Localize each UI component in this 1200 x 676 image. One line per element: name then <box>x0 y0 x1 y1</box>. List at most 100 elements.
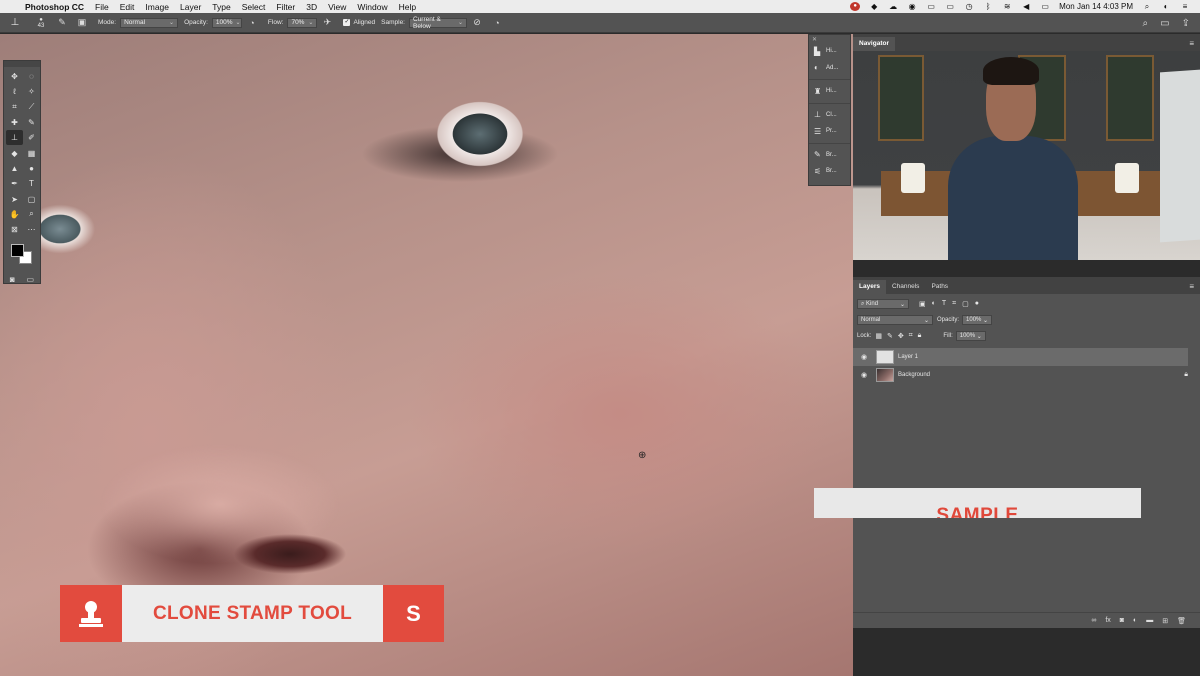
clock[interactable]: Mon Jan 14 4:03 PM <box>1059 2 1133 11</box>
dodge-tool-icon[interactable]: ● <box>23 161 40 176</box>
adjustment-filter-icon[interactable]: ◐ <box>932 300 936 308</box>
eyedropper-tool-icon[interactable]: ⟋ <box>23 100 40 115</box>
display-icon[interactable]: ▭ <box>945 2 955 11</box>
close-icon[interactable]: ✕ <box>809 35 850 43</box>
screen-mode-icon[interactable]: ▭ <box>27 275 35 284</box>
document-canvas[interactable]: ⊕ <box>0 34 853 676</box>
panel-history[interactable]: ♜ Hi... <box>809 83 850 100</box>
trash-icon[interactable]: 🗑︎ <box>1177 617 1186 625</box>
cloud-icon[interactable]: ☁ <box>888 2 898 11</box>
pressure-size-icon[interactable]: ◔ <box>490 16 504 30</box>
ignore-adjustment-layers-icon[interactable]: ⊘ <box>470 16 484 30</box>
navigator-preview[interactable] <box>853 51 1200 260</box>
volume-icon[interactable]: ◀ <box>1021 2 1031 11</box>
lock-artboard-icon[interactable]: ⌗ <box>909 332 913 340</box>
fill-field[interactable]: 100% ⌄ <box>955 331 986 341</box>
menu-help[interactable]: Help <box>399 2 416 12</box>
panel-brush-settings[interactable]: ⚟ Br... <box>809 163 850 180</box>
visibility-eye-icon[interactable]: ◉ <box>858 371 870 379</box>
brush-tool-icon[interactable]: ✎ <box>23 115 40 130</box>
type-tool-icon[interactable]: T <box>23 176 40 191</box>
navigator-view-box[interactable] <box>853 51 1200 260</box>
wifi-icon[interactable]: ≋ <box>1002 2 1012 11</box>
menu-type[interactable]: Type <box>212 2 230 12</box>
sample-select[interactable]: Current & Below ⌄ <box>409 16 467 30</box>
layer-style-icon[interactable]: fx <box>1105 617 1110 624</box>
hand-tool-icon[interactable]: ✋ <box>6 207 23 222</box>
menu-3d[interactable]: 3D <box>306 2 317 12</box>
menu-select[interactable]: Select <box>242 2 266 12</box>
healing-brush-tool-icon[interactable]: ✚ <box>6 115 23 130</box>
menu-layer[interactable]: Layer <box>180 2 201 12</box>
lock-all-icon[interactable]: 🔒︎ <box>918 332 922 340</box>
menu-file[interactable]: File <box>95 2 109 12</box>
lock-position-icon[interactable]: ✥ <box>898 332 904 340</box>
time-machine-icon[interactable]: ◷ <box>964 2 974 11</box>
layer-opacity-field[interactable]: 100% ⌄ <box>962 315 993 325</box>
new-group-icon[interactable]: ▬ <box>1146 617 1153 624</box>
shape-filter-icon[interactable]: ⌗ <box>952 300 956 308</box>
foreground-color-swatch[interactable] <box>11 244 24 258</box>
aligned-checkbox[interactable]: ✓ <box>343 19 351 26</box>
lock-transparency-icon[interactable]: ▦ <box>875 332 882 340</box>
share-icon[interactable]: ⇪ <box>1182 18 1190 29</box>
quick-mask-icon[interactable]: ◙ <box>10 275 15 284</box>
siri-icon[interactable]: ◐ <box>1161 2 1171 11</box>
search-icon[interactable]: ⌕ <box>1143 18 1149 29</box>
workspace-icon[interactable]: ▭ <box>1160 18 1169 29</box>
panel-adjustments[interactable]: ◐ Ad... <box>809 60 850 77</box>
new-layer-icon[interactable]: ⊞ <box>1162 617 1168 625</box>
pressure-opacity-icon[interactable]: ◔ <box>245 16 259 30</box>
kind-filter-select[interactable]: ⌕ Kind ⌄ <box>857 299 909 309</box>
frame-tool-icon[interactable]: ⊠ <box>6 222 23 237</box>
layer-row-layer-1[interactable]: ◉ Layer 1 <box>853 348 1188 366</box>
crop-tool-icon[interactable]: ⌗ <box>6 100 23 115</box>
flow-field[interactable]: 70% ⌄ <box>287 17 318 28</box>
pen-tool-icon[interactable]: ✒ <box>6 176 23 191</box>
visibility-eye-icon[interactable]: ◉ <box>858 353 870 361</box>
mode-select[interactable]: Normal ⌄ <box>120 17 179 28</box>
folder-icon[interactable]: ▭ <box>926 2 936 11</box>
eye-status-icon[interactable]: ◉ <box>907 2 917 11</box>
panel-menu-icon[interactable]: ≡ <box>1189 37 1200 51</box>
tab-channels[interactable]: Channels <box>886 280 925 294</box>
spotlight-search-icon[interactable]: ⌕ <box>1142 2 1152 11</box>
recording-status-icon[interactable]: ● <box>850 2 861 11</box>
dropbox-icon[interactable]: ◆ <box>869 2 879 11</box>
magic-wand-tool-icon[interactable]: ✧ <box>23 84 40 99</box>
opacity-field[interactable]: 100% ⌄ <box>211 17 242 28</box>
panel-clone-source[interactable]: ⊥ Cl... <box>809 107 850 124</box>
battery-icon[interactable]: ▭ <box>1040 2 1050 11</box>
type-filter-icon[interactable]: T <box>942 300 946 308</box>
shape-tool-icon[interactable]: ▢ <box>23 191 40 206</box>
blur-tool-icon[interactable]: ▲ <box>6 161 23 176</box>
adjustment-layer-icon[interactable]: ◐ <box>1133 617 1137 624</box>
tab-navigator[interactable]: Navigator <box>853 37 895 51</box>
menu-image[interactable]: Image <box>145 2 169 12</box>
menu-window[interactable]: Window <box>357 2 387 12</box>
panel-menu-icon[interactable]: ≡ <box>1189 280 1200 294</box>
menu-view[interactable]: View <box>328 2 346 12</box>
clone-source-panel-icon[interactable]: ▣ <box>75 16 89 30</box>
lock-pixels-icon[interactable]: ✎ <box>887 332 893 340</box>
panel-brush[interactable]: ✎ Br... <box>809 147 850 164</box>
smart-object-filter-icon[interactable]: ▢ <box>962 300 969 308</box>
blend-mode-select[interactable]: Normal ⌄ <box>857 315 933 325</box>
lasso-tool-icon[interactable]: ℓ <box>6 84 23 99</box>
tab-layers[interactable]: Layers <box>853 280 886 294</box>
add-mask-icon[interactable]: ◙ <box>1120 617 1124 624</box>
path-selection-tool-icon[interactable]: ➤ <box>6 191 23 206</box>
zoom-tool-icon[interactable]: ⌕ <box>23 207 40 222</box>
layer-row-background[interactable]: ◉ Background 🔒︎ <box>853 366 1200 384</box>
app-menu[interactable]: Photoshop CC <box>25 2 84 12</box>
move-tool-icon[interactable]: ✥ <box>6 69 23 84</box>
clone-stamp-tool-icon[interactable]: ⊥ <box>6 130 23 146</box>
filter-toggle-icon[interactable]: ● <box>975 300 979 308</box>
eraser-tool-icon[interactable]: ◆ <box>6 145 23 160</box>
brush-settings-icon[interactable]: ✎ <box>55 16 69 30</box>
tab-paths[interactable]: Paths <box>925 280 954 294</box>
airbrush-icon[interactable]: ✈ <box>320 16 334 30</box>
panel-histogram[interactable]: ▙ Hi... <box>809 43 850 60</box>
notification-center-icon[interactable]: ≡ <box>1180 2 1190 11</box>
brush-preset-picker[interactable]: ● 43 <box>30 17 52 29</box>
